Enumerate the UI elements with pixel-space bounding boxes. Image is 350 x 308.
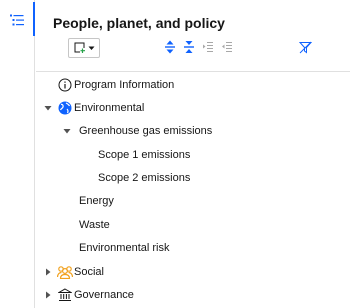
indent-button[interactable] <box>201 40 215 54</box>
tree-item-label: Scope 1 emissions <box>98 149 191 161</box>
collapse-all-icon <box>184 41 194 53</box>
expand-all-button[interactable] <box>163 40 177 54</box>
tree-item-scope-2-emissions[interactable]: Scope 2 emissions <box>36 167 350 190</box>
indent-icon <box>203 42 213 52</box>
caret-down-icon[interactable] <box>63 127 71 135</box>
tree-item-environmental[interactable]: Environmental <box>36 97 350 120</box>
tree-item-program-information[interactable]: Program Information <box>36 74 350 97</box>
clear-filter-icon <box>298 41 312 53</box>
tree-item-waste[interactable]: Waste <box>36 214 350 237</box>
info-circle-icon <box>58 78 72 92</box>
tree-item-label: Scope 2 emissions <box>98 172 191 184</box>
caret-right-icon[interactable] <box>44 268 52 276</box>
caret-down-icon[interactable] <box>44 104 52 112</box>
collapse-all-button[interactable] <box>182 40 196 54</box>
divider <box>36 71 350 72</box>
add-node-dropdown[interactable] <box>68 38 100 58</box>
tree-item-label: Environmental <box>74 102 145 114</box>
tree-item-energy[interactable]: Energy <box>36 190 350 213</box>
expand-all-icon <box>165 40 175 54</box>
outline-list-icon <box>10 14 24 26</box>
tree-item-label: Program Information <box>74 79 175 91</box>
tree-item-scope-1-emissions[interactable]: Scope 1 emissions <box>36 144 350 167</box>
tree-item-greenhouse-gas-emissions[interactable]: Greenhouse gas emissions <box>36 120 350 143</box>
tree-item-label: Energy <box>79 195 114 207</box>
tree-item-label: Environmental risk <box>79 242 170 254</box>
tree-item-label: Waste <box>79 219 110 231</box>
tree-item-label: Social <box>74 266 104 278</box>
tree-item-label: Greenhouse gas emissions <box>79 125 213 137</box>
people-icon <box>57 266 73 279</box>
clear-filter-button[interactable] <box>298 40 312 54</box>
toolbar <box>36 36 350 60</box>
caret-right-icon[interactable] <box>44 291 52 299</box>
panel-title: People, planet, and policy <box>53 15 225 31</box>
bank-icon <box>58 288 72 301</box>
chevron-down-icon <box>88 46 94 50</box>
tree-item-social[interactable]: Social <box>36 261 350 284</box>
globe-icon <box>58 101 72 115</box>
tree-item-governance[interactable]: Governance <box>36 284 350 307</box>
add-node-icon <box>74 42 85 53</box>
left-rail <box>0 0 35 308</box>
outdent-button[interactable] <box>220 40 234 54</box>
outline-panel: People, planet, and policy Program Infor… <box>36 0 350 308</box>
outline-rail-button[interactable] <box>0 2 35 36</box>
tree-item-label: Governance <box>74 289 134 301</box>
tree-item-environmental-risk[interactable]: Environmental risk <box>36 237 350 260</box>
outdent-icon <box>222 42 232 52</box>
